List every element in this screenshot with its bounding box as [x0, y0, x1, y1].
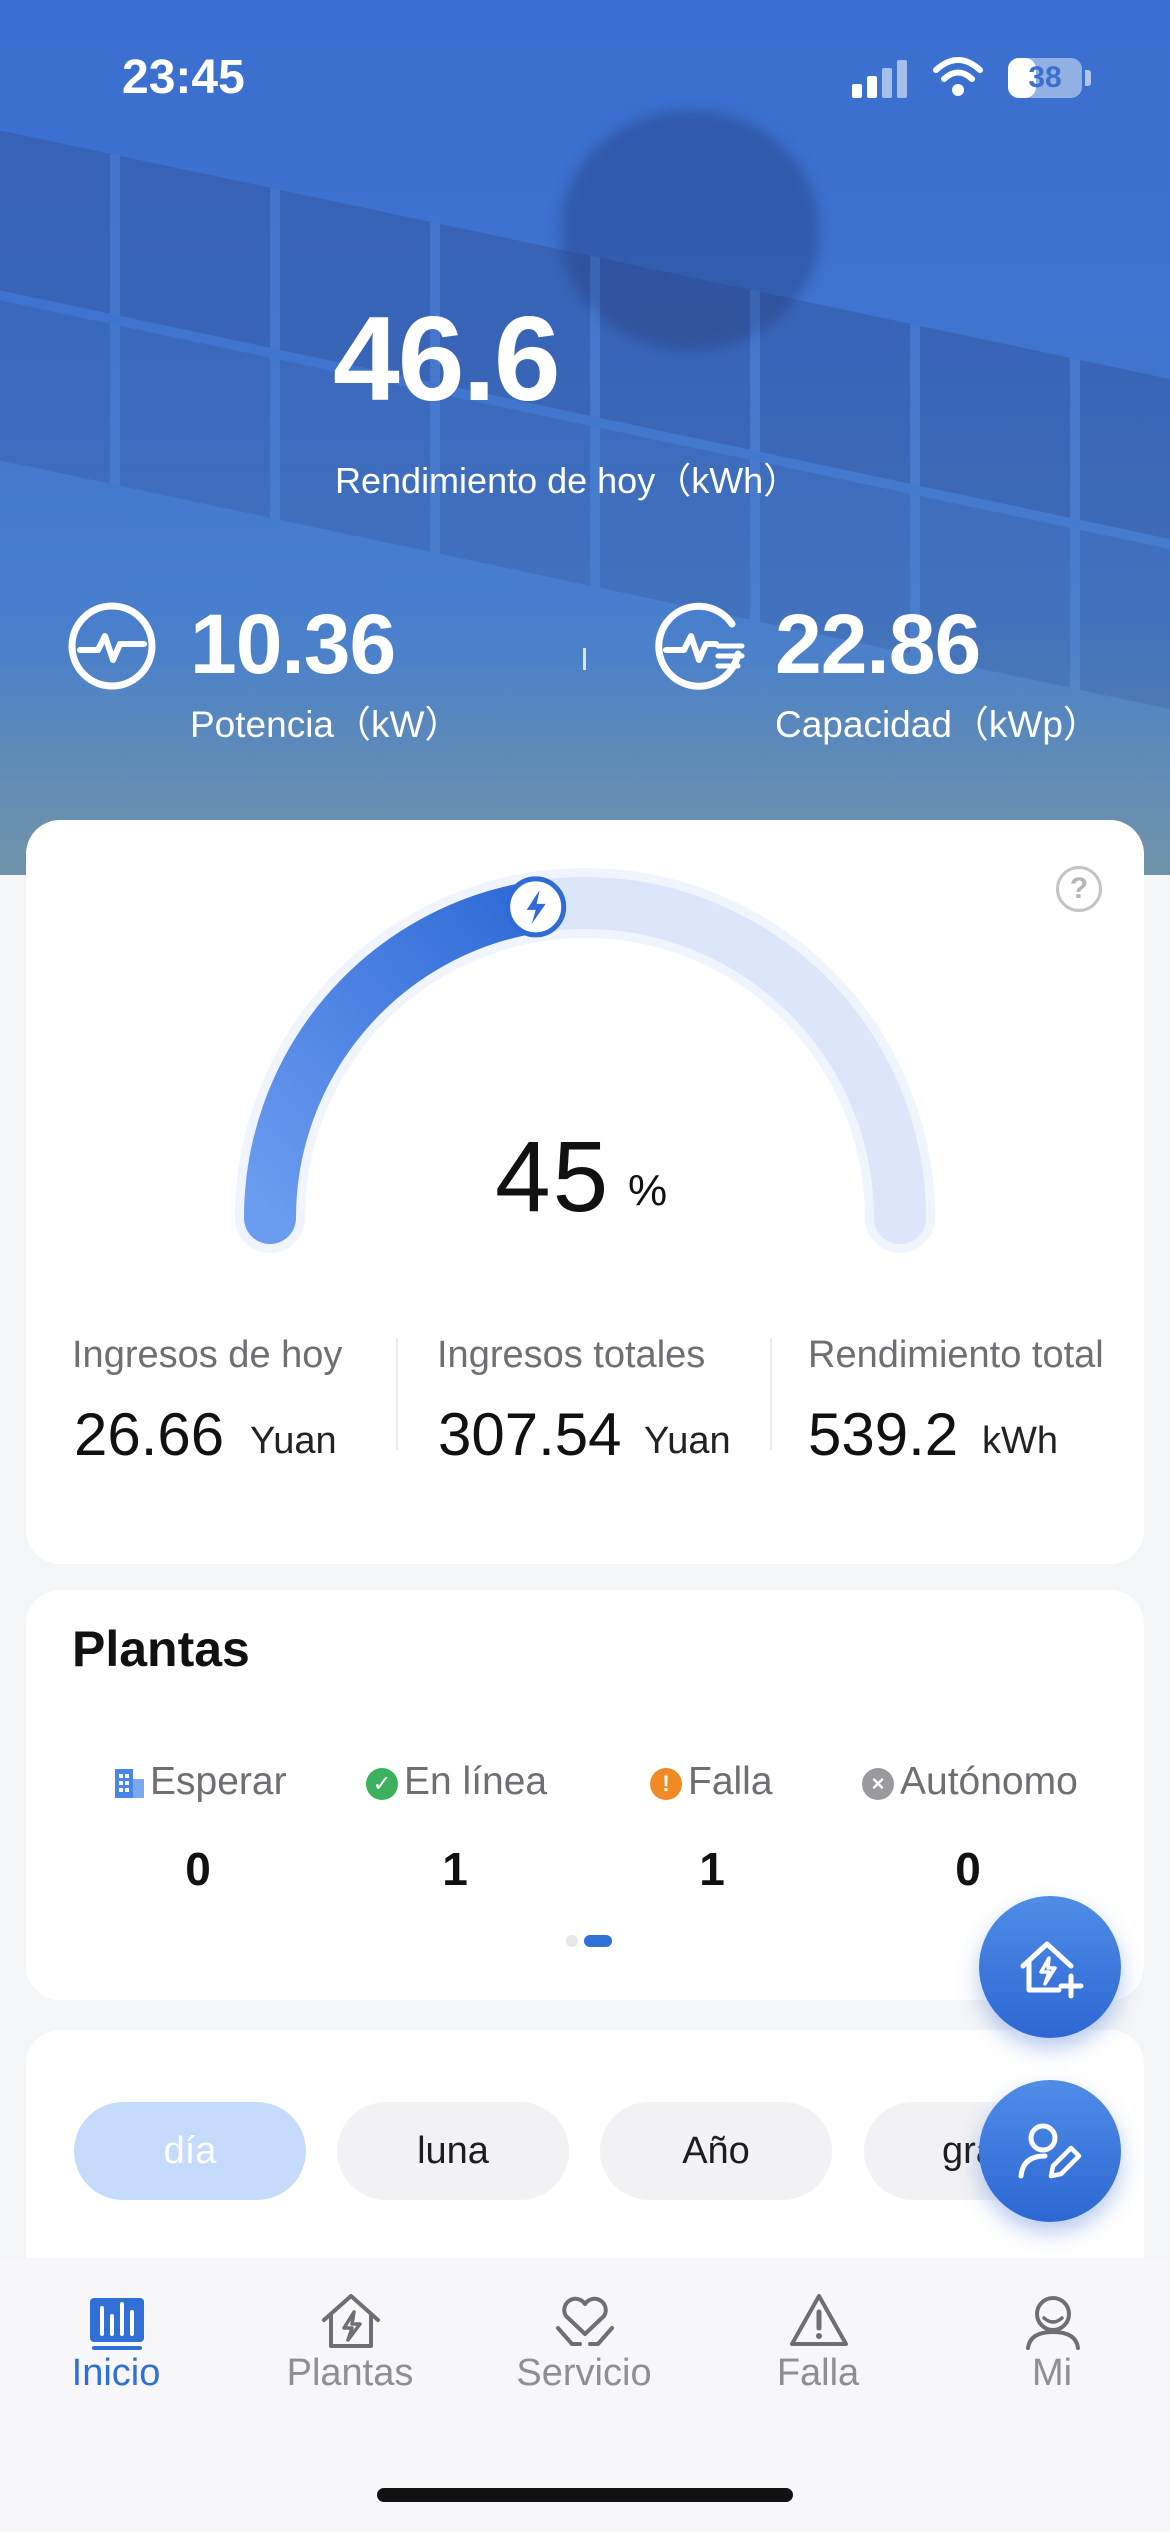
building-icon	[115, 1769, 144, 1798]
nav-label-service: Servicio	[516, 2352, 652, 2394]
page-indicator-dot	[566, 1935, 578, 1947]
nav-label-plants: Plantas	[286, 2352, 414, 2394]
warning-icon	[790, 2294, 848, 2346]
nav-label-me: Mi	[1031, 2352, 1073, 2394]
plant-status-autonomous[interactable]: Autónomo	[900, 1760, 1078, 1804]
user-edit-icon	[1018, 2123, 1082, 2179]
period-tab-day[interactable]: día	[74, 2102, 306, 2200]
nav-tab-me[interactable]: Mi	[952, 2290, 1152, 2400]
edit-profile-button[interactable]	[979, 2080, 1121, 2222]
plant-count-fault[interactable]: 1	[672, 1842, 752, 1896]
home-indicator[interactable]	[377, 2488, 793, 2502]
stat-value-total-yield: 539.2	[808, 1401, 959, 1468]
stat-unit-total-yield: kWh	[982, 1420, 1058, 1462]
nav-tab-plants[interactable]: Plantas	[250, 2290, 450, 2400]
plant-status-waiting[interactable]: Esperar	[150, 1760, 287, 1804]
battery-percentage: 38	[1028, 61, 1062, 94]
wifi-icon	[933, 57, 983, 96]
plants-title: Plantas	[72, 1621, 250, 1677]
status-bar: 23:45 38	[0, 0, 1170, 150]
plant-count-autonomous[interactable]: 0	[928, 1842, 1008, 1896]
nav-label-fault: Falla	[776, 2352, 860, 2394]
battery-icon: 38	[1008, 58, 1082, 98]
check-circle-icon: ✓	[366, 1768, 398, 1800]
stat-label-total-yield: Rendimiento total	[808, 1334, 1104, 1376]
power-value: 10.36	[190, 597, 396, 691]
capacity-value: 22.86	[775, 597, 981, 691]
user-icon	[1026, 2296, 1080, 2350]
nav-tab-service[interactable]: Servicio	[484, 2290, 684, 2400]
page-indicator-dot-active	[584, 1935, 612, 1947]
today-yield-label: Rendimiento de hoy（kWh）	[335, 460, 800, 501]
house-bolt-icon	[322, 2294, 380, 2348]
today-yield-value: 46.6	[333, 292, 561, 426]
gauge-value: 45	[495, 1121, 611, 1233]
battery-cap	[1085, 70, 1091, 86]
stat-divider	[770, 1338, 772, 1450]
stat-label-total-income: Ingresos totales	[437, 1334, 706, 1376]
stat-unit-total-income: Yuan	[644, 1420, 731, 1462]
gauge-bolt-icon	[505, 876, 567, 938]
gauge-unit: %	[628, 1166, 668, 1215]
plant-status-fault[interactable]: Falla	[688, 1760, 773, 1804]
house-add-icon	[1020, 1941, 1084, 1999]
chart-icon	[90, 2298, 144, 2350]
cellular-signal-icon	[852, 60, 912, 98]
plant-count-online[interactable]: 1	[415, 1842, 495, 1896]
capacity-pulse-icon	[655, 602, 745, 690]
status-time: 23:45	[122, 51, 245, 104]
capacity-label: Capacidad（kWp）	[775, 704, 1100, 745]
plant-count-waiting[interactable]: 0	[158, 1842, 238, 1896]
plant-status-online[interactable]: En línea	[404, 1760, 547, 1804]
heart-hands-icon	[556, 2296, 614, 2346]
power-pulse-icon	[68, 602, 156, 690]
nav-tab-home[interactable]: Inicio	[16, 2290, 216, 2400]
stat-value-total-income: 307.54	[438, 1401, 622, 1468]
period-tab-year[interactable]: Año	[600, 2102, 832, 2200]
close-circle-icon: ×	[862, 1768, 894, 1800]
alert-circle-icon: !	[650, 1768, 682, 1800]
period-tab-month[interactable]: luna	[337, 2102, 569, 2200]
power-label: Potencia（kW）	[190, 704, 462, 745]
stat-label-today-income: Ingresos de hoy	[72, 1334, 343, 1376]
nav-tab-fault[interactable]: Falla	[718, 2290, 918, 2400]
nav-label-home: Inicio	[71, 2352, 161, 2394]
metric-divider	[583, 648, 586, 670]
stat-value-today-income: 26.66	[74, 1401, 225, 1468]
stat-unit-today-income: Yuan	[250, 1420, 337, 1462]
stat-divider	[396, 1338, 398, 1450]
help-icon[interactable]: ?	[1056, 866, 1102, 912]
add-plant-button[interactable]	[979, 1896, 1121, 2038]
